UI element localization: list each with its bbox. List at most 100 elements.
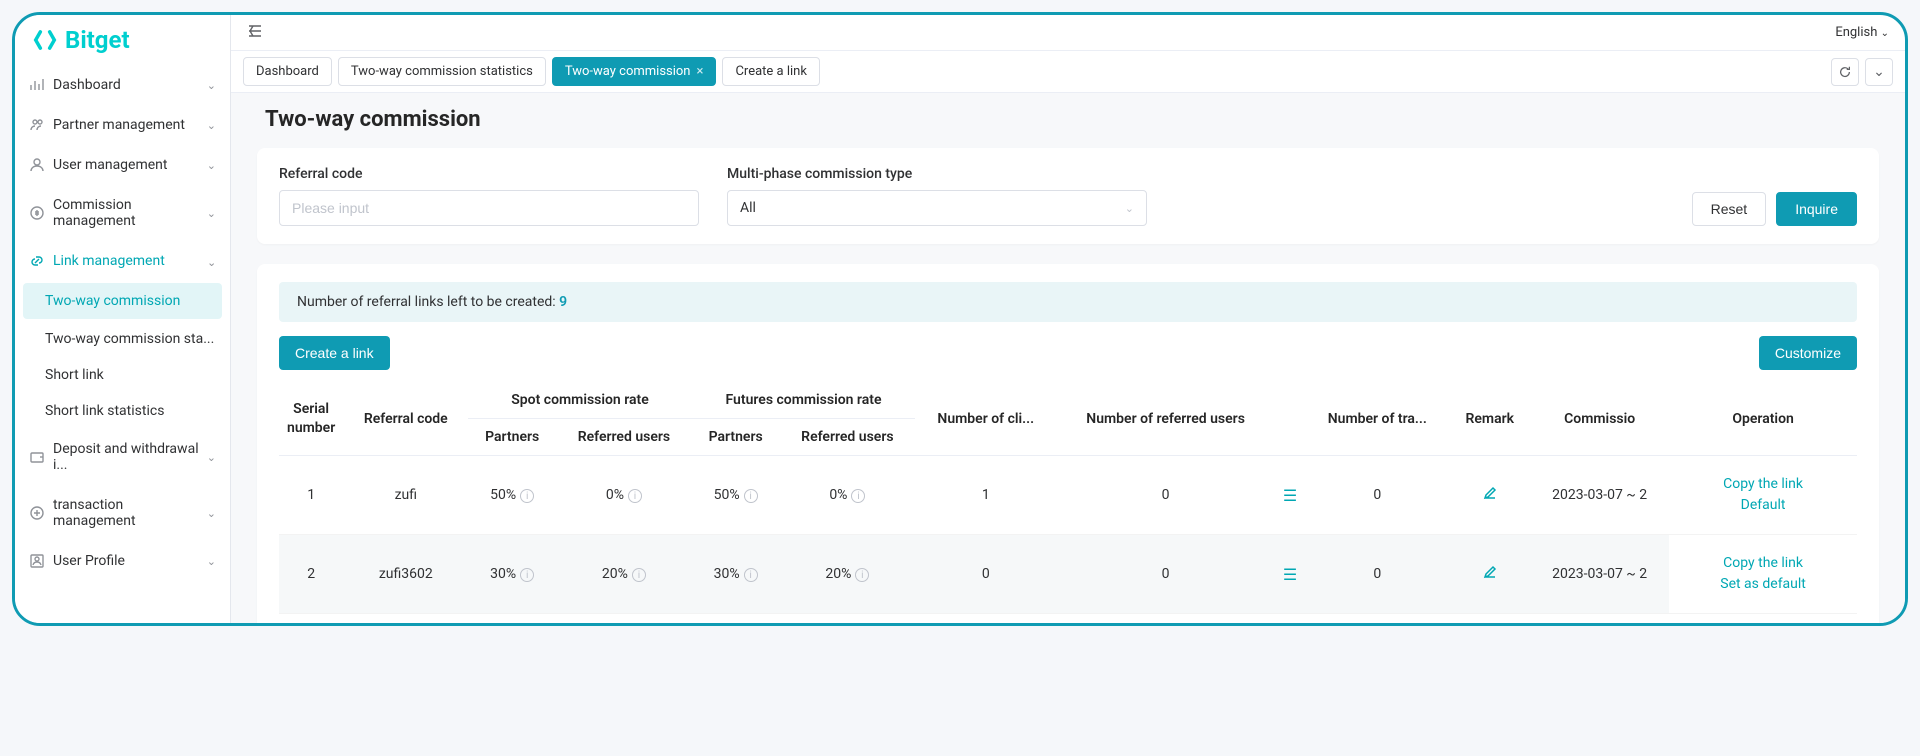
- col-operation: Operation: [1669, 382, 1857, 456]
- info-icon[interactable]: i: [520, 489, 534, 503]
- chevron-down-icon: ⌄: [207, 79, 216, 92]
- list-icon: ☰: [1283, 486, 1297, 505]
- col-remark: Remark: [1449, 382, 1530, 456]
- cell-spot-partners: 50%i: [468, 456, 556, 535]
- copy-link-action[interactable]: Copy the link: [1677, 474, 1849, 495]
- link-icon: [29, 253, 45, 269]
- tab-create-link[interactable]: Create a link: [722, 57, 819, 86]
- brand-logo[interactable]: Bitget: [15, 15, 230, 65]
- col-futures-group: Futures commission rate: [692, 382, 915, 419]
- sidebar-item-label: Two-way commission sta...: [45, 331, 214, 347]
- cell-serial: 2: [279, 535, 343, 614]
- info-icon[interactable]: i: [744, 489, 758, 503]
- tab-two-way-commission[interactable]: Two-way commission ×: [552, 57, 717, 86]
- cell-remark[interactable]: [1449, 535, 1530, 614]
- sidebar-item-label: Two-way commission: [45, 293, 180, 309]
- cell-ref-users: 0: [1056, 456, 1275, 535]
- refresh-button[interactable]: [1831, 58, 1859, 86]
- results-panel: Number of referral links left to be crea…: [257, 264, 1879, 623]
- sidebar-subitem-short-link-statistics[interactable]: Short link statistics: [15, 393, 230, 429]
- sidebar-item-label: Short link: [45, 367, 104, 383]
- sidebar-item-link-management[interactable]: Link management ⌃: [15, 241, 230, 281]
- cell-remark[interactable]: [1449, 456, 1530, 535]
- info-banner-text: Number of referral links left to be crea…: [297, 294, 559, 310]
- select-value: All: [740, 200, 756, 216]
- customize-button[interactable]: Customize: [1759, 336, 1857, 370]
- cell-fut-referred: 0%i: [780, 456, 916, 535]
- col-futures-referred: Referred users: [780, 419, 916, 456]
- info-icon[interactable]: i: [851, 489, 865, 503]
- sidebar-item-partner-management[interactable]: Partner management ⌄: [15, 105, 230, 145]
- chevron-down-icon: ⌄: [1125, 202, 1134, 215]
- sidebar-item-label: Commission management: [53, 197, 199, 229]
- sidebar-item-label: transaction management: [53, 497, 199, 529]
- cell-commission: 2023-03-07 ~ 2: [1530, 456, 1669, 535]
- brand-icon: [31, 26, 59, 54]
- sidebar-item-label: User Profile: [53, 553, 125, 569]
- tabs-dropdown-button[interactable]: ⌄: [1865, 58, 1893, 86]
- cell-clicks: 1: [915, 456, 1056, 535]
- tab-label: Two-way commission: [565, 64, 691, 79]
- sidebar-item-user-profile[interactable]: User Profile ⌄: [15, 541, 230, 581]
- sidebar-item-commission-management[interactable]: Commission management ⌄: [15, 185, 230, 241]
- cell-fut-partners: 50%i: [692, 456, 780, 535]
- sidebar-subitem-short-link[interactable]: Short link: [15, 357, 230, 393]
- referral-code-label: Referral code: [279, 166, 699, 182]
- sidebar-item-dashboard[interactable]: Dashboard ⌄: [15, 65, 230, 105]
- cell-code: zufi3602: [343, 535, 468, 614]
- col-futures-partners: Partners: [692, 419, 780, 456]
- collapse-sidebar-icon[interactable]: [247, 23, 263, 43]
- inquire-button[interactable]: Inquire: [1776, 192, 1857, 226]
- tab-label: Two-way commission statistics: [351, 64, 533, 79]
- page-title: Two-way commission: [265, 107, 1879, 132]
- set-default-action[interactable]: Set as default: [1677, 574, 1849, 595]
- tab-dashboard[interactable]: Dashboard: [243, 57, 332, 86]
- tab-label: Create a link: [735, 64, 806, 79]
- sidebar-item-transaction-management[interactable]: transaction management ⌄: [15, 485, 230, 541]
- sidebar-item-deposit-withdrawal[interactable]: Deposit and withdrawal i... ⌄: [15, 429, 230, 485]
- col-spot-group: Spot commission rate: [468, 382, 691, 419]
- multiphase-type-label: Multi-phase commission type: [727, 166, 1147, 182]
- chevron-down-icon: ⌄: [207, 207, 216, 220]
- col-spot-partners: Partners: [468, 419, 556, 456]
- default-action[interactable]: Default: [1677, 495, 1849, 516]
- multiphase-type-select[interactable]: All ⌄: [727, 190, 1147, 226]
- info-icon[interactable]: i: [744, 568, 758, 582]
- tab-label: Dashboard: [256, 64, 319, 79]
- create-link-button[interactable]: Create a link: [279, 336, 390, 370]
- profile-icon: [29, 553, 45, 569]
- close-icon[interactable]: ×: [697, 64, 704, 79]
- col-referral-code: Referral code: [343, 382, 468, 456]
- cell-spot-referred: 20%i: [556, 535, 692, 614]
- sidebar-item-user-management[interactable]: User management ⌄: [15, 145, 230, 185]
- info-icon[interactable]: i: [520, 568, 534, 582]
- sidebar-item-label: Dashboard: [53, 77, 121, 93]
- user-icon: [29, 157, 45, 173]
- sidebar-item-label: Deposit and withdrawal i...: [53, 441, 199, 473]
- edit-icon: [1482, 485, 1498, 501]
- cell-details[interactable]: ☰: [1275, 535, 1305, 614]
- copy-link-action[interactable]: Copy the link: [1677, 553, 1849, 574]
- info-banner: Number of referral links left to be crea…: [279, 282, 1857, 322]
- referral-code-input[interactable]: [279, 190, 699, 226]
- money-icon: [29, 205, 45, 221]
- sidebar-subitem-two-way-commission[interactable]: Two-way commission: [23, 283, 222, 319]
- table-row: 1 zufi 50%i 0%i 50%i 0%i 1 0 ☰ 0: [279, 456, 1857, 535]
- cell-spot-referred: 0%i: [556, 456, 692, 535]
- chart-icon: [29, 77, 45, 93]
- cell-fut-partners: 30%i: [692, 535, 780, 614]
- info-icon[interactable]: i: [632, 568, 646, 582]
- sidebar-subitem-two-way-commission-statistics[interactable]: Two-way commission sta...: [15, 321, 230, 357]
- reset-button[interactable]: Reset: [1692, 192, 1767, 226]
- cell-trades: 0: [1305, 535, 1449, 614]
- info-icon[interactable]: i: [628, 489, 642, 503]
- info-icon[interactable]: i: [855, 568, 869, 582]
- col-serial: Serial number: [287, 400, 335, 436]
- chevron-down-icon: ⌄: [1873, 64, 1885, 80]
- links-table: Serial number Referral code Spot commiss…: [279, 382, 1857, 614]
- language-selector[interactable]: English ⌄: [1835, 25, 1889, 40]
- cell-details[interactable]: ☰: [1275, 456, 1305, 535]
- tab-two-way-commission-statistics[interactable]: Two-way commission statistics: [338, 57, 546, 86]
- cell-fut-referred: 20%i: [780, 535, 916, 614]
- handshake-icon: [29, 117, 45, 133]
